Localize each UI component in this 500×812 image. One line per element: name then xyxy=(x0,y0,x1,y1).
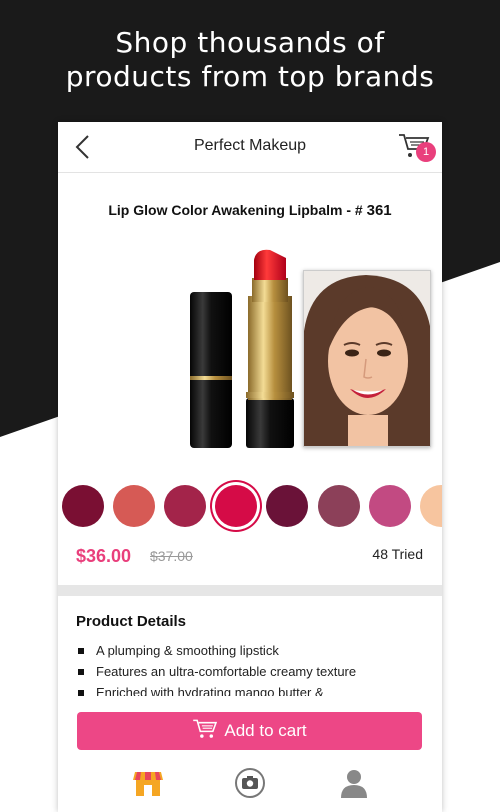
lipstick-product-image xyxy=(190,249,294,448)
promo-headline: Shop thousands of products from top bran… xyxy=(0,26,500,94)
add-to-cart-button[interactable]: Add to cart xyxy=(77,712,422,750)
headline-line-1: Shop thousands of xyxy=(115,26,385,59)
face-preview-image xyxy=(303,270,431,447)
headline-line-2: products from top brands xyxy=(65,60,435,93)
page-title: Perfect Makeup xyxy=(193,137,307,154)
camera-icon[interactable] xyxy=(234,768,266,798)
bottom-tab-bar xyxy=(58,762,442,812)
product-name: Lip Glow Color Awakening Lipbalm - # 361 xyxy=(58,202,442,219)
tried-count: 48 Tried xyxy=(372,546,423,562)
swatch-8[interactable] xyxy=(420,485,442,527)
top-navbar: Perfect Makeup 1 xyxy=(58,122,442,173)
swatch-4[interactable] xyxy=(215,485,257,527)
cart-icon xyxy=(193,719,218,738)
details-list: A plumping & smoothing lipstick Features… xyxy=(76,640,426,696)
app-screen: Perfect Makeup 1 Lip Glow Color Awakenin… xyxy=(58,122,442,812)
swatch-3[interactable] xyxy=(164,485,206,527)
product-name-text: Lip Glow Color Awakening Lipbalm - # xyxy=(108,202,367,218)
original-price: $37.00 xyxy=(150,548,193,564)
details-heading: Product Details xyxy=(76,613,187,630)
profile-icon[interactable] xyxy=(338,768,370,798)
detail-item: Enriched with hydrating mango butter & xyxy=(76,682,426,696)
add-to-cart-label: Add to cart xyxy=(224,721,307,740)
swatch-7[interactable] xyxy=(369,485,411,527)
swatch-6[interactable] xyxy=(318,485,360,527)
swatch-1[interactable] xyxy=(62,485,104,527)
section-divider xyxy=(58,585,442,596)
current-price: $36.00 xyxy=(76,546,132,566)
swatch-5[interactable] xyxy=(266,485,308,527)
shade-swatches xyxy=(58,483,442,529)
shade-number: 361 xyxy=(366,202,392,219)
swatch-2[interactable] xyxy=(113,485,155,527)
cart-count-badge: 1 xyxy=(416,142,436,162)
detail-item: Features an ultra-comfortable creamy tex… xyxy=(76,661,426,682)
detail-item: A plumping & smoothing lipstick xyxy=(76,640,426,661)
store-icon[interactable] xyxy=(132,768,164,798)
